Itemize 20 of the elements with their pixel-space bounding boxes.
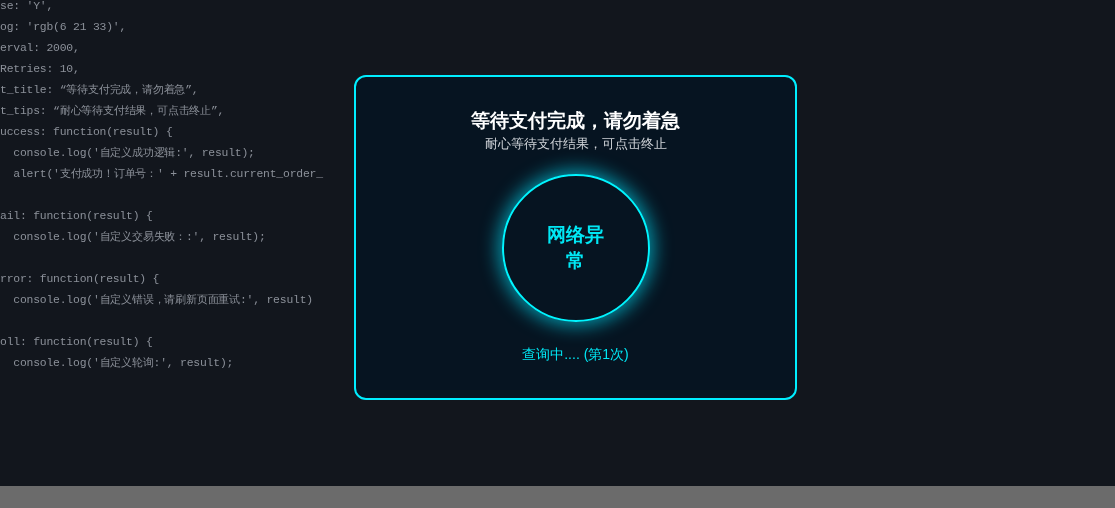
code-line: console.log('自定义成功逻辑:', result); bbox=[12, 146, 255, 161]
code-line: og: 'rgb(6 21 33)', bbox=[0, 20, 127, 35]
code-line: oll: function(result) { bbox=[0, 335, 153, 350]
code-line: alert('支付成功！订单号：' + result.current_order_ bbox=[12, 167, 323, 182]
code-line: ail: function(result) { bbox=[0, 209, 153, 224]
code-line: t_title: “等待支付完成，请勿着急”, bbox=[0, 82, 199, 98]
code-line: erval: 2000, bbox=[0, 41, 80, 56]
code-line: se: 'Y', bbox=[0, 0, 54, 14]
code-line: Retries: 10, bbox=[0, 62, 80, 77]
code-line: console.log('自定义轮询:', result); bbox=[12, 356, 234, 371]
code-line: console.log('自定义交易失败：:', result); bbox=[12, 230, 266, 245]
query-status: 查询中.... (第1次) bbox=[522, 345, 629, 364]
code-line: rror: function(result) { bbox=[0, 272, 160, 287]
dialog-tips: 耐心等待支付结果，可点击终止 bbox=[484, 135, 667, 153]
horizontal-scrollbar[interactable] bbox=[0, 486, 1115, 508]
code-line: t_tips: “耐心等待支付结果，可点击终止”, bbox=[0, 104, 225, 119]
dialog-title: 等待支付完成，请勿着急 bbox=[471, 109, 680, 133]
status-text: 网络异常 bbox=[546, 223, 605, 273]
code-line: uccess: function(result) { bbox=[0, 125, 173, 140]
code-line: console.log('自定义错误，请刷新页面重试:', result) bbox=[12, 293, 313, 308]
